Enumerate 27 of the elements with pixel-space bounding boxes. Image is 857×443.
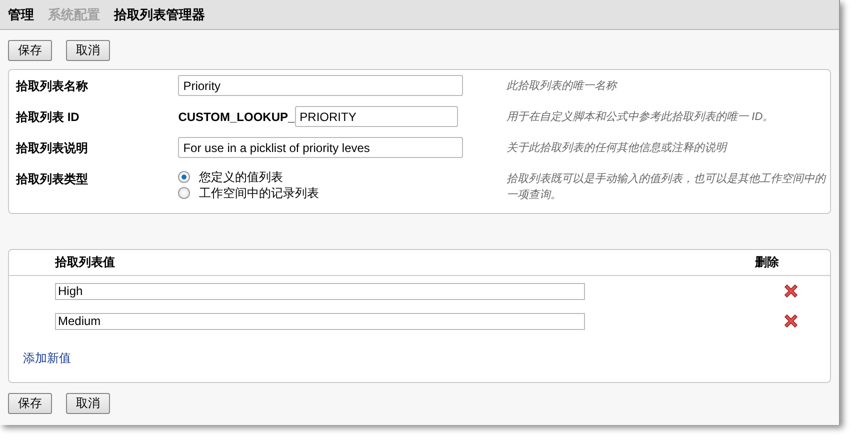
id-prefix: CUSTOM_LOOKUP_ xyxy=(178,110,295,124)
radio-option[interactable]: 您定义的值列表 xyxy=(178,169,320,185)
value-input[interactable]: Medium xyxy=(55,312,585,330)
breadcrumb-item[interactable]: 拾取列表管理器 xyxy=(114,6,205,24)
save-button[interactable]: 保存 xyxy=(8,40,52,61)
radio-option[interactable]: 工作空间中的记录列表 xyxy=(178,185,320,201)
delete-icon[interactable] xyxy=(783,313,799,329)
field-label: 拾取列表名称 xyxy=(16,78,89,95)
field-label: 拾取列表 ID xyxy=(16,109,80,126)
save-button[interactable]: 保存 xyxy=(8,393,52,414)
column-header: 删除 xyxy=(755,254,779,271)
cancel-button[interactable]: 取消 xyxy=(66,40,110,61)
cancel-button[interactable]: 取消 xyxy=(66,393,110,414)
field-label: 拾取列表类型 xyxy=(16,171,89,188)
field-hint: 拾取列表既可以是手动输入的值列表，也可以是其他工作空间中的一项查询。 xyxy=(506,172,828,203)
field-hint: 用于在自定义脚本和公式中参考此拾取列表的唯一 ID。 xyxy=(506,110,775,125)
breadcrumb-item[interactable]: 管理 xyxy=(8,6,34,24)
add-value-link[interactable]: 添加新值 xyxy=(23,350,71,367)
delete-icon[interactable] xyxy=(783,283,799,299)
field-hint: 此拾取列表的唯一名称 xyxy=(506,79,618,94)
input-field[interactable]: PRIORITY xyxy=(294,106,458,127)
value-input[interactable]: High xyxy=(55,282,585,300)
input-field[interactable]: Priority xyxy=(178,75,464,96)
input-field[interactable]: For use in a picklist of priority leves xyxy=(178,137,464,158)
field-hint: 关于此拾取列表的任何其他信息或注释的说明 xyxy=(506,140,728,156)
field-label: 拾取列表说明 xyxy=(16,140,89,157)
column-header: 拾取列表值 xyxy=(55,254,116,271)
